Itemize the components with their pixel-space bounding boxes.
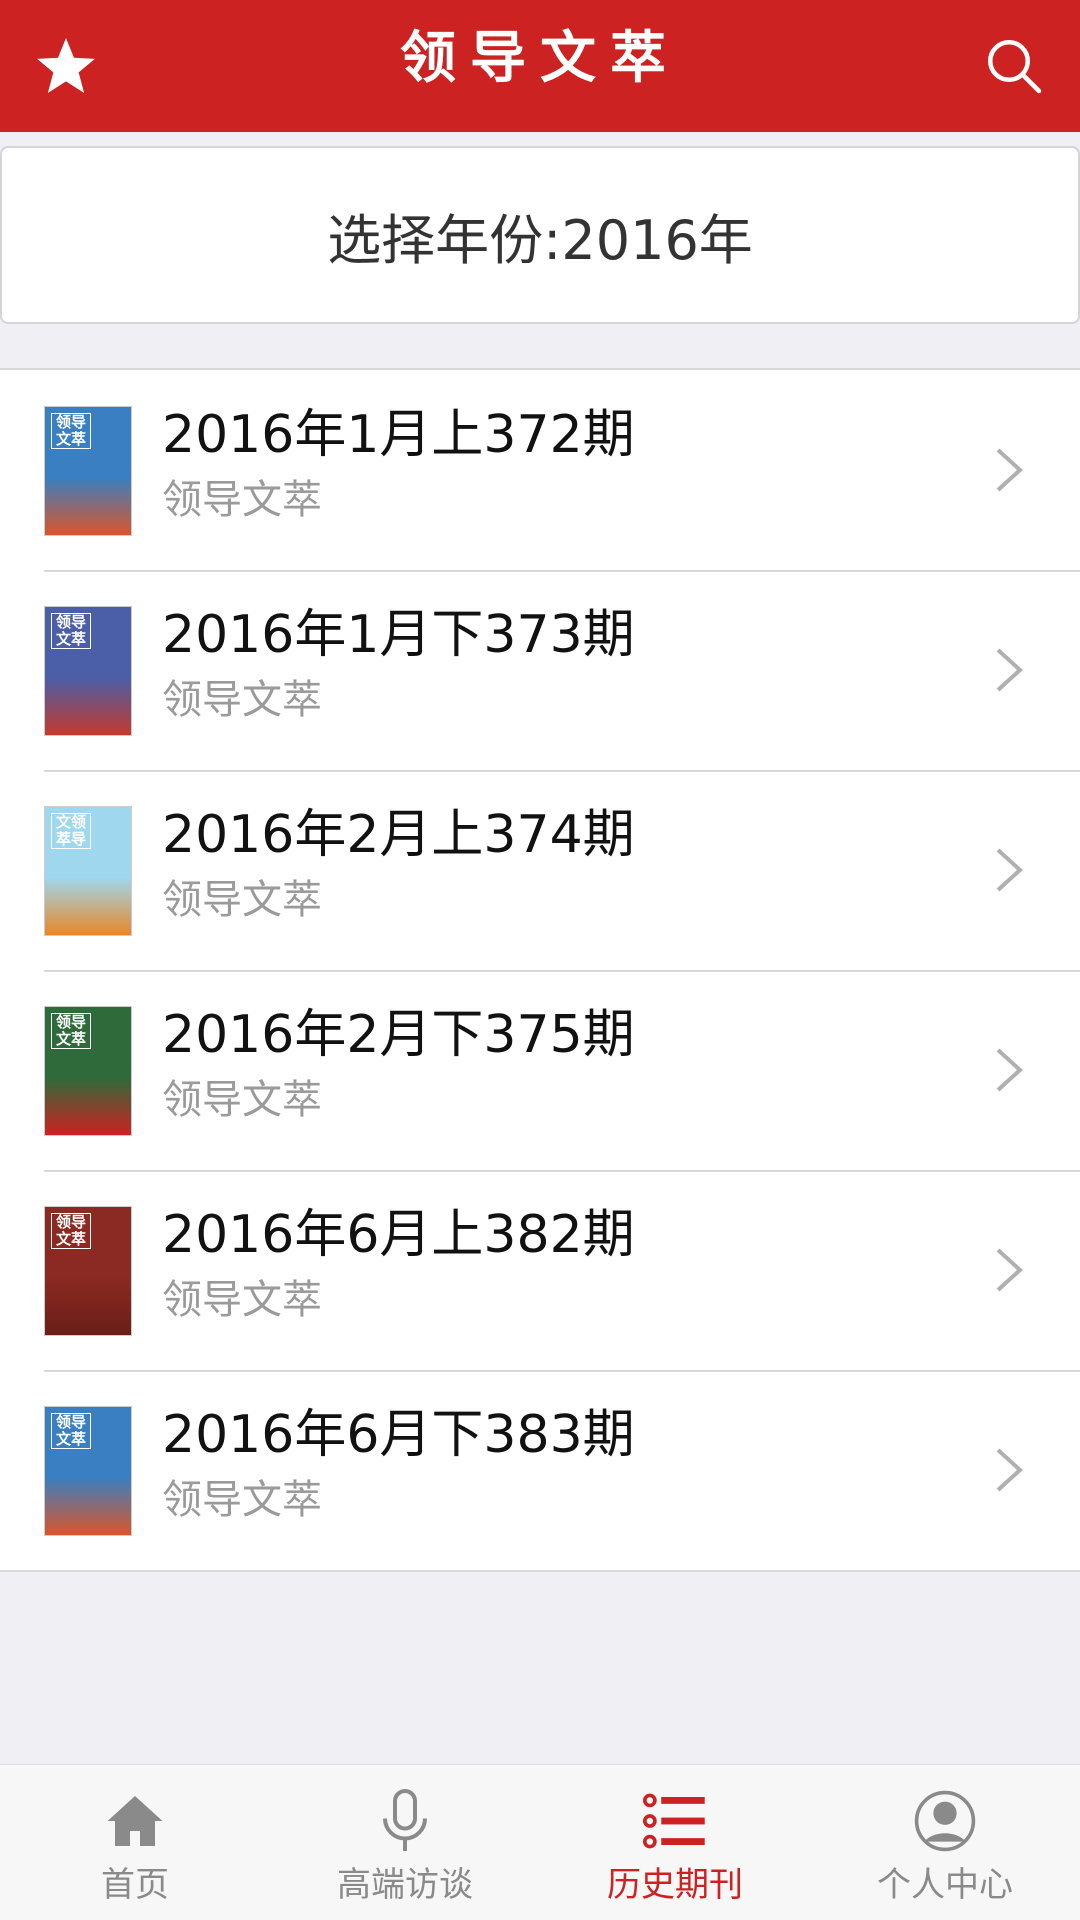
cover-masthead: 领导 文萃 (51, 613, 91, 649)
issue-cover-image: 领导 文萃 (44, 1406, 132, 1536)
home-icon (99, 1785, 171, 1857)
issue-title: 2016年6月上382期 (162, 1205, 635, 1265)
issue-list: 领导 文萃 2016年1月上372期 领导文萃 领导 文萃 2016年1月下37… (0, 368, 1080, 1572)
issue-subtitle: 领导文萃 (162, 477, 322, 523)
issue-subtitle: 领导文萃 (162, 1277, 322, 1323)
page-title: 领导文萃 (400, 26, 680, 91)
tab-profile[interactable]: 个人中心 (810, 1765, 1080, 1920)
issue-row[interactable]: 文领 萃导 2016年2月上374期 领导文萃 (0, 770, 1080, 970)
issue-cover-image: 文领 萃导 (44, 806, 132, 936)
app-screen: 领导文萃 选择年份:2016年 领导 文萃 2016年1月上372期 领导文萃 … (0, 0, 1080, 1920)
year-selector[interactable]: 选择年份:2016年 (0, 146, 1080, 324)
list-icon (639, 1785, 711, 1857)
issue-subtitle: 领导文萃 (162, 677, 322, 723)
issue-cover-image: 领导 文萃 (44, 606, 132, 736)
issue-title: 2016年2月上374期 (162, 805, 635, 865)
tab-label: 首页 (101, 1865, 169, 1905)
chevron-right-icon (996, 1448, 1023, 1492)
cover-masthead: 领导 文萃 (51, 1013, 91, 1049)
issue-cover-image: 领导 文萃 (44, 1206, 132, 1336)
issue-row[interactable]: 领导 文萃 2016年6月上382期 领导文萃 (0, 1170, 1080, 1370)
user-icon (909, 1785, 981, 1857)
issue-title: 2016年6月下383期 (162, 1405, 635, 1465)
tab-home[interactable]: 首页 (0, 1765, 270, 1920)
issue-title: 2016年2月下375期 (162, 1005, 635, 1065)
app-header: 领导文萃 (0, 0, 1080, 132)
issue-row[interactable]: 领导 文萃 2016年6月下383期 领导文萃 (0, 1370, 1080, 1570)
chevron-right-icon (996, 1048, 1023, 1092)
tab-history[interactable]: 历史期刊 (540, 1765, 810, 1920)
cover-masthead: 领导 文萃 (51, 1413, 91, 1449)
issue-row[interactable]: 领导 文萃 2016年2月下375期 领导文萃 (0, 970, 1080, 1170)
chevron-right-icon (996, 848, 1023, 892)
issue-title: 2016年1月下373期 (162, 605, 635, 665)
issue-row[interactable]: 领导 文萃 2016年1月上372期 领导文萃 (0, 370, 1080, 570)
issue-cover-image: 领导 文萃 (44, 1006, 132, 1136)
search-icon[interactable] (978, 30, 1050, 102)
microphone-icon (369, 1785, 441, 1857)
cover-masthead: 文领 萃导 (51, 813, 91, 849)
tab-label: 历史期刊 (607, 1865, 743, 1905)
issue-title: 2016年1月上372期 (162, 405, 635, 465)
issue-subtitle: 领导文萃 (162, 1477, 322, 1523)
tab-label: 个人中心 (877, 1865, 1013, 1905)
chevron-right-icon (996, 1248, 1023, 1292)
issue-subtitle: 领导文萃 (162, 877, 322, 923)
cover-masthead: 领导 文萃 (51, 1213, 91, 1249)
issue-subtitle: 领导文萃 (162, 1077, 322, 1123)
bottom-tab-bar: 首页 高端访谈 历史期刊 个人中心 (0, 1764, 1080, 1920)
chevron-right-icon (996, 448, 1023, 492)
issue-cover-image: 领导 文萃 (44, 406, 132, 536)
tab-label: 高端访谈 (337, 1865, 473, 1905)
chevron-right-icon (996, 648, 1023, 692)
cover-masthead: 领导 文萃 (51, 413, 91, 449)
tab-interviews[interactable]: 高端访谈 (270, 1765, 540, 1920)
issue-row[interactable]: 领导 文萃 2016年1月下373期 领导文萃 (0, 570, 1080, 770)
